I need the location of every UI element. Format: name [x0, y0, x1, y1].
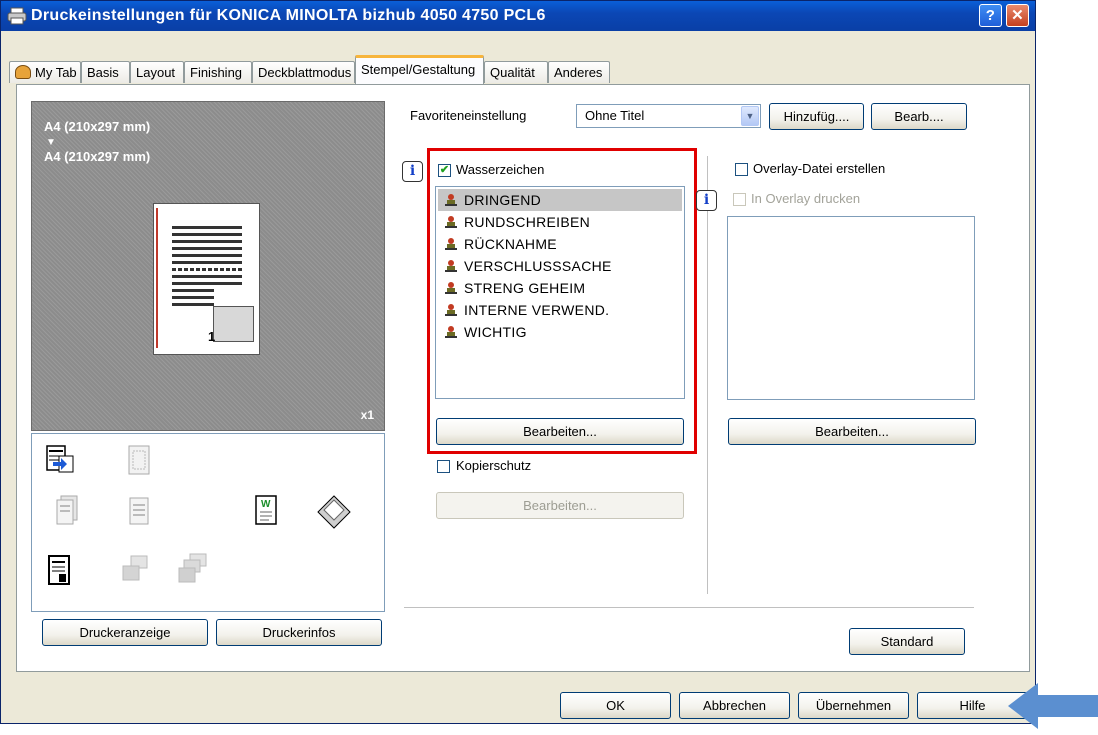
ok-button[interactable]: OK	[560, 692, 671, 719]
copy-protect-label: Kopierschutz	[456, 458, 532, 473]
tab-label: Anderes	[554, 65, 603, 80]
stamp-icon	[122, 555, 148, 581]
text-lines	[172, 226, 242, 310]
cancel-button[interactable]: Abbrechen	[679, 692, 790, 719]
favorites-select[interactable]: Ohne Titel ▼	[576, 104, 761, 128]
add-favorite-button[interactable]: Hinzufüg....	[769, 103, 864, 130]
print-preview: A4 (210x297 mm) ▼ A4 (210x297 mm) 1 x1	[31, 101, 385, 431]
tab-basis[interactable]: Basis	[81, 61, 130, 83]
title-bar[interactable]: Druckeinstellungen für KONICA MINOLTA bi…	[1, 1, 1035, 31]
printer-icon	[7, 7, 27, 25]
info-icon[interactable]: i	[402, 161, 423, 182]
copy-pages-icon	[56, 495, 78, 525]
arrow-down-icon: ▼	[46, 137, 56, 148]
paper-size-input: A4 (210x297 mm)	[44, 119, 151, 134]
tab-anderes[interactable]: Anderes	[548, 61, 610, 83]
close-button[interactable]: ✕	[1006, 4, 1029, 27]
page-frame-icon	[128, 445, 150, 475]
overlay-create-label: Overlay-Datei erstellen	[753, 161, 886, 176]
watermark-indicator	[156, 208, 158, 348]
overlay-pages-icon	[317, 495, 351, 529]
report-document-icon	[48, 555, 70, 585]
copy-protect-edit-button[interactable]: Bearbeiten...	[436, 492, 684, 519]
tab-label: Finishing	[190, 65, 243, 80]
tab-layout[interactable]: Layout	[130, 61, 184, 83]
printer-view-button[interactable]: Druckeranzeige	[42, 619, 208, 646]
chevron-down-icon[interactable]: ▼	[741, 106, 759, 126]
tab-stempel-gestaltung[interactable]: Stempel/Gestaltung	[355, 55, 484, 85]
tab-my-tab[interactable]: My Tab	[9, 61, 81, 83]
copy-count: x1	[360, 408, 374, 422]
standard-button[interactable]: Standard	[849, 628, 965, 655]
help-title-button[interactable]: ?	[979, 4, 1002, 27]
tab-qualitaet[interactable]: Qualität	[484, 61, 548, 83]
tab-label: Basis	[87, 65, 119, 80]
overlay-print-label: In Overlay drucken	[751, 191, 861, 206]
highlight-box	[427, 148, 697, 454]
page-preview: 1	[153, 203, 260, 355]
feature-icons-panel: W	[31, 433, 385, 612]
watermark-document-icon: W	[255, 495, 277, 525]
annotation-arrow-icon	[1008, 683, 1098, 729]
divider	[707, 156, 708, 594]
favorites-label: Favoriteneinstellung	[410, 108, 527, 123]
overlay-edit-button[interactable]: Bearbeiten...	[728, 418, 976, 445]
copy-protect-checkbox[interactable]	[437, 460, 450, 473]
tab-label: Layout	[136, 65, 176, 80]
tab-label: Qualität	[490, 65, 535, 80]
tab-finishing[interactable]: Finishing	[184, 61, 252, 83]
edit-favorite-button[interactable]: Bearb....	[871, 103, 967, 130]
divider	[404, 607, 974, 608]
stamp-multiple-icon	[178, 553, 207, 583]
paper-size-output: A4 (210x297 mm)	[44, 149, 151, 164]
apply-button[interactable]: Übernehmen	[798, 692, 909, 719]
svg-text:W: W	[261, 499, 271, 510]
printer-info-button[interactable]: Druckerinfos	[216, 619, 382, 646]
tab-label: Stempel/Gestaltung	[361, 62, 476, 77]
info-icon[interactable]: i	[696, 190, 717, 211]
tab-label: My Tab	[35, 65, 77, 80]
user-icon	[15, 65, 31, 79]
tab-deckblattmodus[interactable]: Deckblattmodus	[252, 61, 355, 83]
stamp-area	[213, 306, 254, 342]
tab-label: Deckblattmodus	[258, 65, 352, 80]
paper-feed-icon	[46, 445, 74, 473]
overlay-list[interactable]	[727, 216, 975, 400]
window-title: Druckeinstellungen für KONICA MINOLTA bi…	[31, 7, 546, 24]
page-number: 1	[208, 329, 216, 344]
overlay-create-checkbox[interactable]	[735, 163, 748, 176]
document-page-icon	[129, 497, 149, 525]
overlay-print-checkbox[interactable]	[733, 193, 746, 206]
favorites-value: Ohne Titel	[585, 108, 645, 123]
